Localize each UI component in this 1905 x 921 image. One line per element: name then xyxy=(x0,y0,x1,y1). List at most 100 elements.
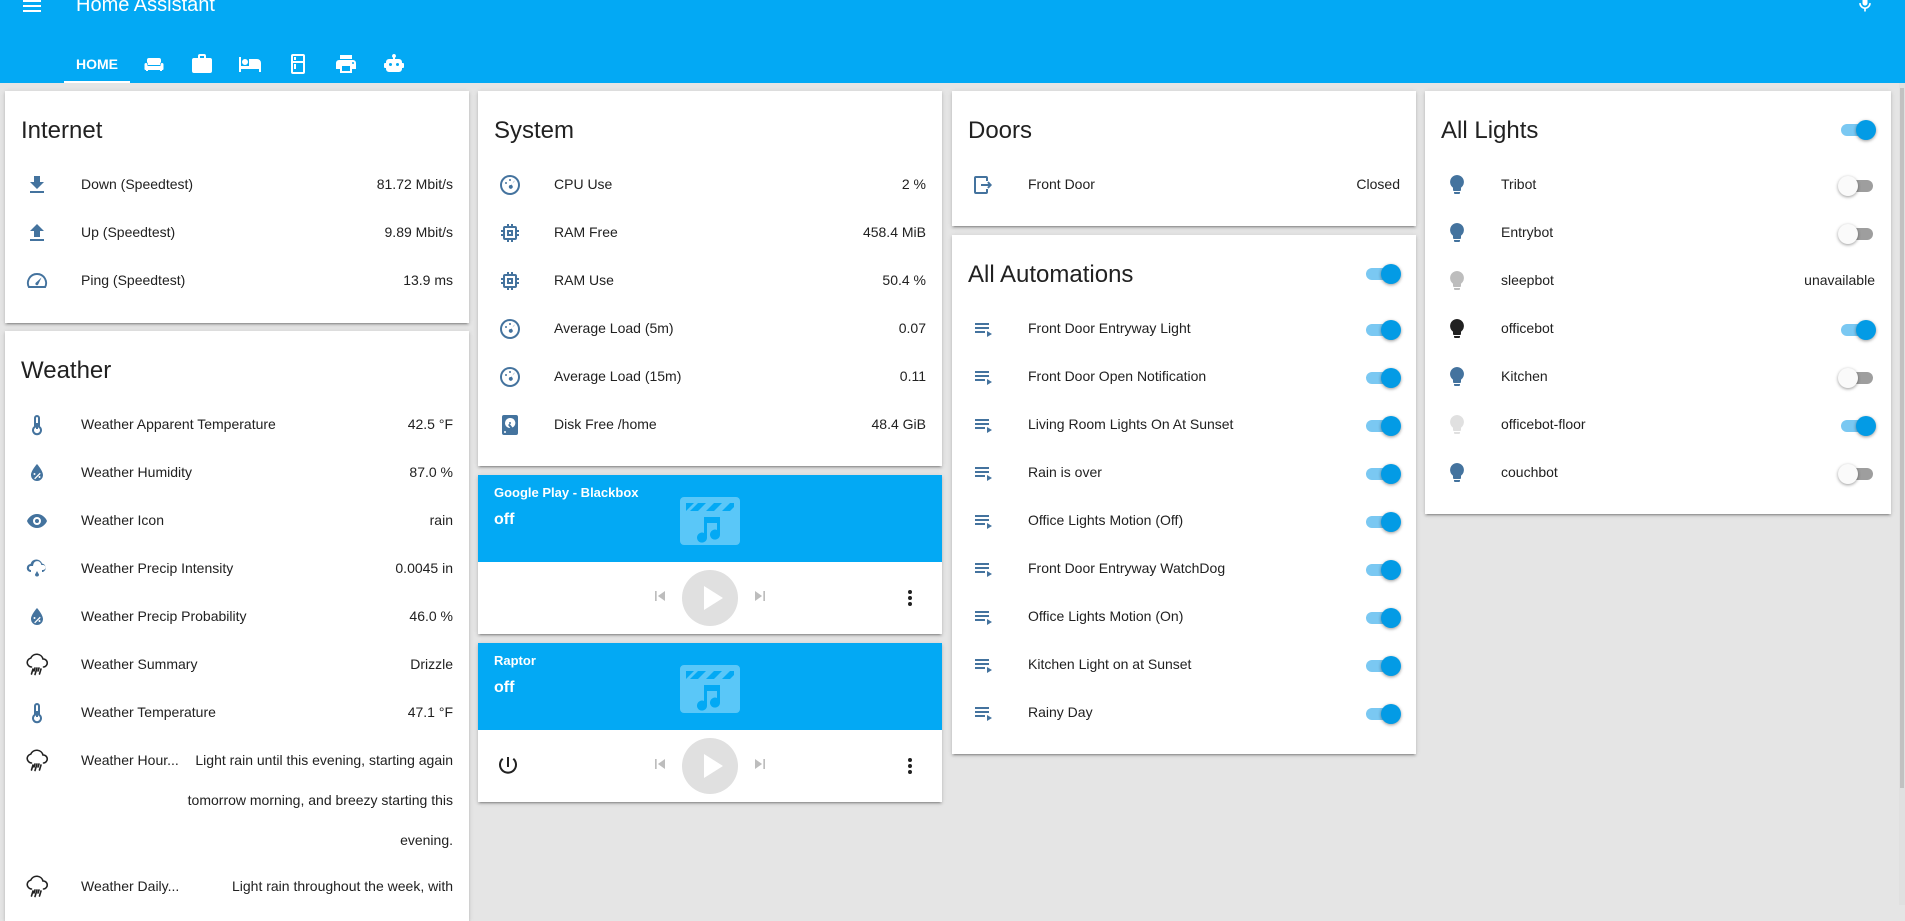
lightbulb-icon xyxy=(1450,175,1464,194)
automation-row[interactable]: Front Door Open Notification xyxy=(952,353,1416,401)
light-row[interactable]: officebot xyxy=(1425,305,1891,353)
row-icon xyxy=(25,509,49,533)
gauge-icon xyxy=(500,319,520,339)
sensor-row[interactable]: CPU Use 2 % xyxy=(478,161,942,209)
automations-card: All Automations Front Door Entryway Ligh… xyxy=(952,235,1416,754)
scrollbar-thumb[interactable] xyxy=(1900,88,1904,788)
entity-state: 50.4 % xyxy=(882,272,926,288)
light-row[interactable]: Entrybot xyxy=(1425,209,1891,257)
menu-icon[interactable] xyxy=(20,0,44,18)
light-row[interactable]: Kitchen xyxy=(1425,353,1891,401)
thermometer-icon xyxy=(32,703,42,724)
sensor-row[interactable]: Down (Speedtest) 81.72 Mbit/s xyxy=(5,161,469,209)
entity-toggle[interactable] xyxy=(1838,175,1875,196)
sensor-row[interactable]: RAM Free 458.4 MiB xyxy=(478,209,942,257)
sensor-row[interactable]: Weather Daily... Light rain throughout th… xyxy=(5,863,469,911)
sensor-row[interactable]: RAM Use 50.4 % xyxy=(478,257,942,305)
sensor-row[interactable]: Average Load (5m) 0.07 xyxy=(478,305,942,353)
sensor-row[interactable]: Weather Hour... Light rain until this eve… xyxy=(5,737,469,848)
all-lights-toggle[interactable] xyxy=(1839,119,1876,140)
skip-next-icon[interactable] xyxy=(750,586,770,606)
speedometer-icon xyxy=(26,272,48,288)
sensor-row[interactable]: Weather Temperature 47.1 °F xyxy=(5,689,469,737)
more-vertical-icon[interactable] xyxy=(898,586,922,610)
entity-name: sleepbot xyxy=(1501,272,1554,288)
playlist-play-icon xyxy=(975,371,992,385)
automation-row[interactable]: Office Lights Motion (Off) xyxy=(952,497,1416,545)
automation-row[interactable]: Kitchen Light on at Sunset xyxy=(952,641,1416,689)
row-icon xyxy=(498,365,522,389)
row-icon xyxy=(25,749,49,773)
entity-toggle[interactable] xyxy=(1364,703,1401,724)
light-row[interactable]: Tribot xyxy=(1425,161,1891,209)
entity-toggle[interactable] xyxy=(1838,223,1875,244)
entity-toggle[interactable] xyxy=(1364,511,1401,532)
sensor-row[interactable]: Weather Apparent Temperature 42.5 °F xyxy=(5,401,469,449)
entity-state: 48.4 GiB xyxy=(871,416,926,432)
entity-toggle[interactable] xyxy=(1364,607,1401,628)
sensor-row[interactable]: Front Door Closed xyxy=(952,161,1416,209)
sensor-row[interactable]: Up (Speedtest) 9.89 Mbit/s xyxy=(5,209,469,257)
entity-toggle[interactable] xyxy=(1838,367,1875,388)
entity-toggle[interactable] xyxy=(1839,319,1876,340)
sensor-row[interactable]: Weather Humidity 87.0 % xyxy=(5,449,469,497)
skip-previous-icon[interactable] xyxy=(650,754,670,774)
tab-home-label: HOME xyxy=(76,55,118,72)
tab-robots[interactable] xyxy=(370,44,418,83)
automation-row[interactable]: Front Door Entryway WatchDog xyxy=(952,545,1416,593)
sensor-row[interactable]: Weather Precip Intensity 0.0045 in xyxy=(5,545,469,593)
sensor-row[interactable]: Average Load (15m) 0.11 xyxy=(478,353,942,401)
light-row[interactable]: sleepbot unavailable xyxy=(1425,257,1891,305)
tab-office[interactable] xyxy=(178,44,226,83)
weather-card: Weather Weather Apparent Temperature 42.5… xyxy=(5,331,469,921)
automation-row[interactable]: Front Door Entryway Light xyxy=(952,305,1416,353)
lightbulb-icon xyxy=(1450,271,1464,290)
sensor-row[interactable]: Weather Summary Drizzle xyxy=(5,641,469,689)
microphone-icon[interactable] xyxy=(1855,0,1875,14)
entity-state: 0.0045 in xyxy=(395,560,453,576)
entity-name: Front Door Open Notification xyxy=(1028,368,1207,384)
skip-next-icon[interactable] xyxy=(750,754,770,774)
entity-state: 13.9 ms xyxy=(403,272,453,288)
automation-row[interactable]: Office Lights Motion (On) xyxy=(952,593,1416,641)
entity-toggle[interactable] xyxy=(1838,463,1875,484)
light-row[interactable]: officebot-floor xyxy=(1425,401,1891,449)
entity-state: 42.5 °F xyxy=(407,416,453,432)
sensor-row[interactable]: Ping (Speedtest) 13.9 ms xyxy=(5,257,469,305)
entity-toggle[interactable] xyxy=(1364,655,1401,676)
play-button[interactable] xyxy=(682,738,738,794)
sensor-row[interactable]: Weather Icon rain xyxy=(5,497,469,545)
all-automations-toggle[interactable] xyxy=(1364,263,1401,284)
sensor-row[interactable]: Disk Free /home 48.4 GiB xyxy=(478,401,942,449)
automation-row[interactable]: Living Room Lights On At Sunset xyxy=(952,401,1416,449)
play-button[interactable] xyxy=(682,570,738,626)
tab-living-room[interactable] xyxy=(130,44,178,83)
sensor-row[interactable]: Weather Precip Probability 46.0 % xyxy=(5,593,469,641)
automation-row[interactable]: Rainy Day xyxy=(952,689,1416,737)
more-vertical-icon[interactable] xyxy=(898,754,922,778)
entity-toggle[interactable] xyxy=(1364,415,1401,436)
entity-toggle[interactable] xyxy=(1364,463,1401,484)
row-icon xyxy=(1445,173,1469,197)
entity-toggle[interactable] xyxy=(1364,559,1401,580)
light-row[interactable]: couchbot xyxy=(1425,449,1891,497)
power-icon[interactable] xyxy=(496,754,520,778)
tab-printer[interactable] xyxy=(322,44,370,83)
tab-bedroom[interactable] xyxy=(226,44,274,83)
automation-row[interactable]: Rain is over xyxy=(952,449,1416,497)
entity-state: 46.0 % xyxy=(409,608,453,624)
lightbulb-icon xyxy=(1450,223,1464,242)
fridge-icon xyxy=(291,53,305,74)
lightbulb-icon xyxy=(1450,463,1464,482)
internet-card: Internet Down (Speedtest) 81.72 Mbit/s Up … xyxy=(5,91,469,323)
tab-kitchen[interactable] xyxy=(274,44,322,83)
entity-name: Kitchen Light on at Sunset xyxy=(1028,656,1192,672)
entity-toggle[interactable] xyxy=(1364,319,1401,340)
entity-toggle[interactable] xyxy=(1364,367,1401,388)
media-player-header: Google Play - Blackbox off xyxy=(478,475,942,562)
lightbulb-icon xyxy=(1450,367,1464,386)
tab-home[interactable]: HOME xyxy=(64,44,130,83)
skip-previous-icon[interactable] xyxy=(650,586,670,606)
entity-toggle[interactable] xyxy=(1839,415,1876,436)
entity-state: 0.07 xyxy=(898,320,926,336)
